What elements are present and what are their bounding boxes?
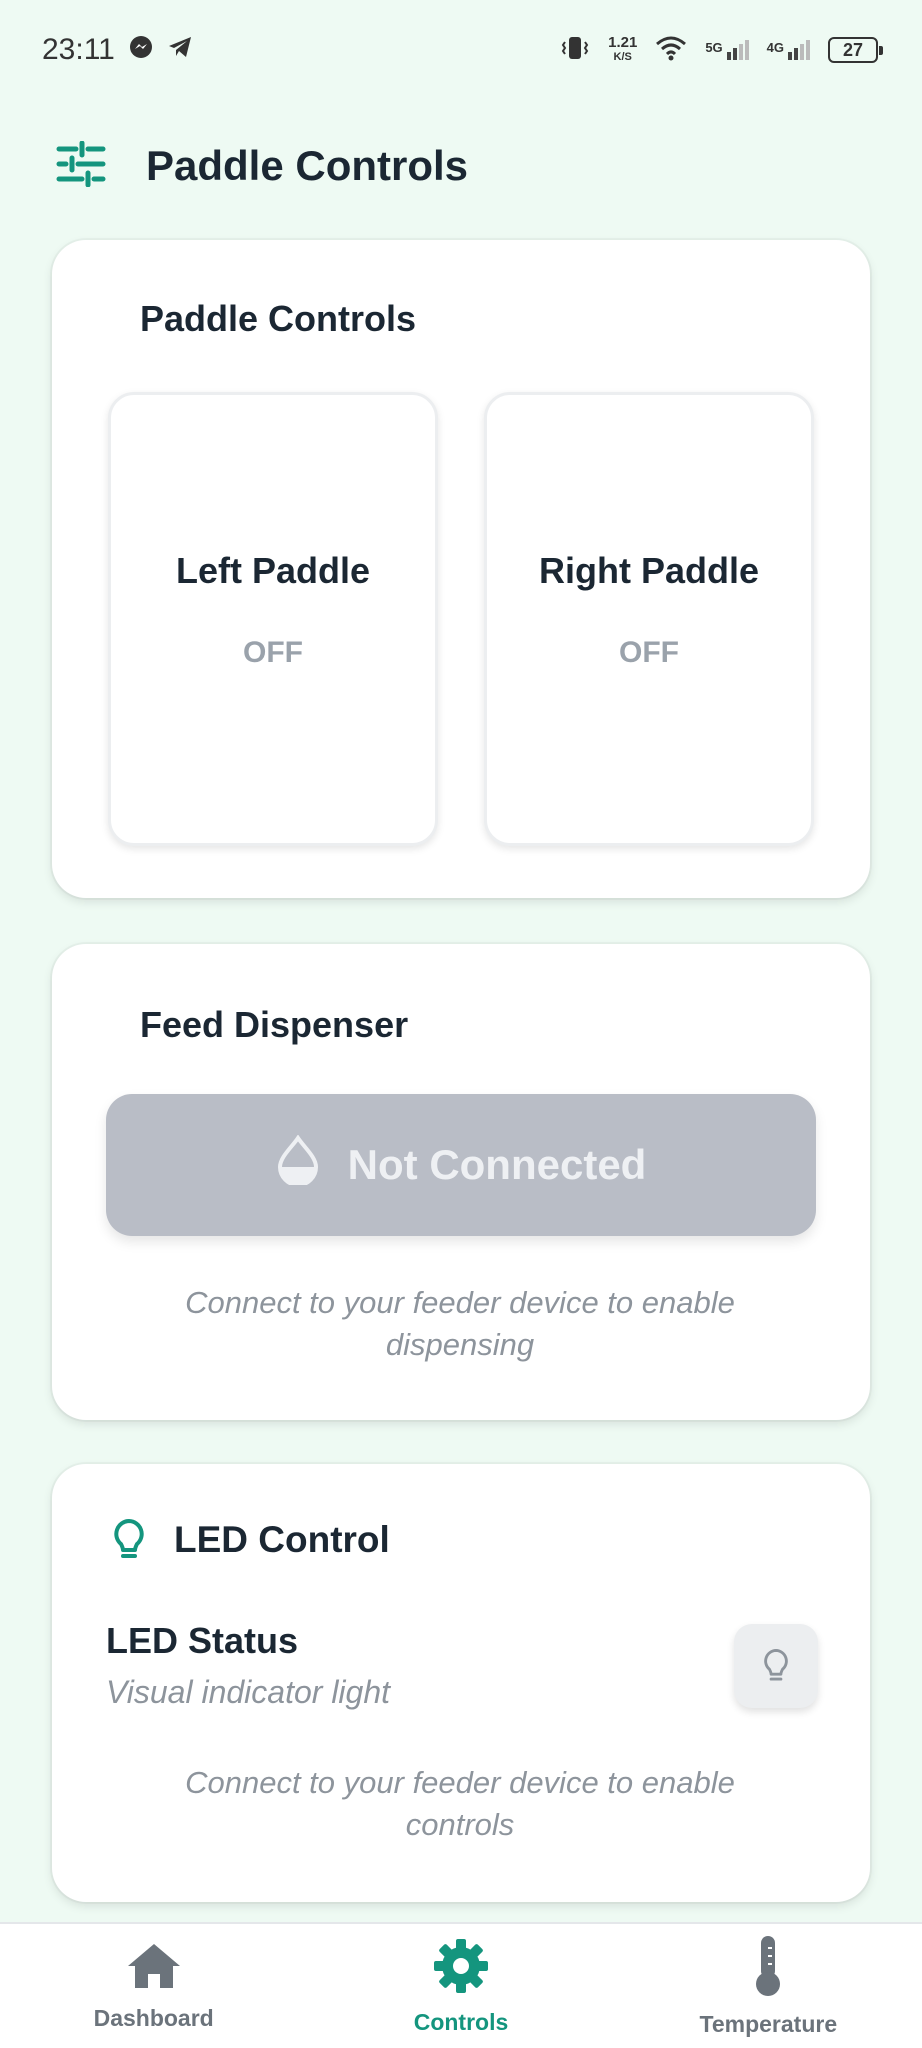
vibrate-icon	[560, 35, 590, 66]
feed-hint-text: Connect to your feeder device to enable …	[185, 1285, 735, 1362]
led-card-title: LED Control	[174, 1519, 390, 1560]
nav-controls-label: Controls	[413, 2009, 509, 2035]
led-status-subtitle: Visual indicator light	[106, 1674, 391, 1710]
left-paddle-state: OFF	[243, 636, 303, 669]
led-toggle-button[interactable]	[734, 1624, 818, 1708]
lightbulb-icon	[112, 1518, 146, 1562]
led-card-header: LED Control	[112, 1518, 390, 1562]
gear-icon	[431, 1936, 491, 2001]
paddle-card-title: Paddle Controls	[140, 298, 417, 339]
status-bar: 23:11 1.21 K/S 5G 4G 27	[0, 0, 922, 100]
wifi-icon	[655, 35, 687, 66]
signal-4g-icon: 4G	[767, 40, 810, 60]
feed-card-title: Feed Dispenser	[140, 1004, 409, 1045]
home-icon	[124, 1940, 184, 1997]
right-paddle-state: OFF	[619, 636, 679, 669]
messenger-icon	[129, 33, 153, 67]
clock: 23:11	[42, 33, 115, 66]
nav-temperature-label: Temperature	[699, 2011, 838, 2037]
sliders-icon	[56, 140, 106, 192]
signal-5g-icon: 5G	[705, 40, 749, 60]
nav-dashboard[interactable]: Dashboard	[0, 1924, 307, 2048]
telegram-icon	[167, 33, 193, 67]
right-paddle-label: Right Paddle	[538, 550, 759, 591]
left-paddle-label: Left Paddle	[175, 550, 371, 591]
bottom-nav: Dashboard Controls Temperature	[0, 1922, 922, 2048]
battery-icon: 27	[828, 37, 883, 63]
right-paddle-button[interactable]: Right Paddle OFF	[484, 392, 814, 846]
nav-temperature[interactable]: Temperature	[615, 1924, 922, 2048]
water-drop-icon	[276, 1134, 320, 1195]
lightbulb-icon	[762, 1648, 790, 1684]
nav-controls[interactable]: Controls	[307, 1924, 614, 2048]
dispense-button-label: Not Connected	[347, 1141, 647, 1188]
thermometer-icon	[750, 1934, 786, 2003]
led-status-label: LED Status	[106, 1620, 299, 1661]
led-hint-text: Connect to your feeder device to enable …	[185, 1765, 735, 1842]
dispense-button[interactable]: Not Connected	[106, 1094, 816, 1236]
nav-dashboard-label: Dashboard	[93, 2005, 214, 2031]
page-title: Paddle Controls	[146, 142, 469, 189]
net-speed: 1.21 K/S	[608, 34, 638, 63]
left-paddle-button[interactable]: Left Paddle OFF	[108, 392, 438, 846]
app-header: Paddle Controls	[56, 136, 468, 196]
